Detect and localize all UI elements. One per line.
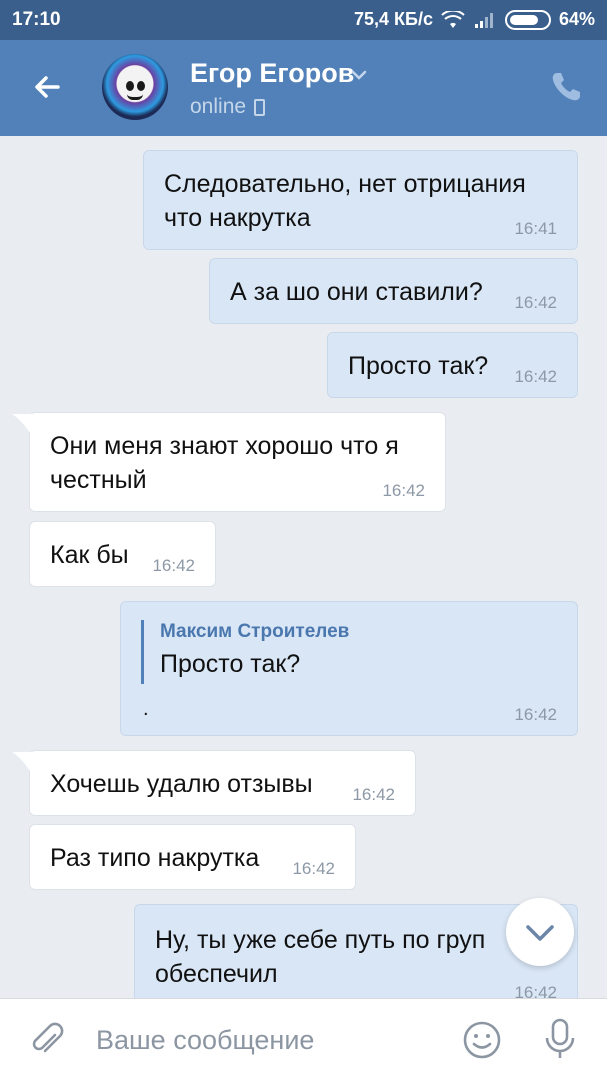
- message-bubble[interactable]: Следовательно, нет отрицания что накрутк…: [143, 150, 578, 250]
- mobile-icon: [254, 98, 266, 116]
- message-time: 16:42: [514, 367, 557, 386]
- bubble-tail: [12, 752, 32, 774]
- message-time: 16:42: [292, 859, 335, 878]
- contact-name[interactable]: Егор Егоров: [190, 58, 354, 89]
- message-text: честный: [50, 466, 147, 494]
- message-input-bar: Ваше сообщение: [0, 998, 607, 1080]
- message-text: обеспечил: [155, 960, 278, 988]
- battery-icon: [504, 9, 551, 30]
- quoted-message[interactable]: Максим Строителев Просто так?: [141, 620, 349, 684]
- network-speed: 75,4 КБ/с: [353, 9, 433, 29]
- bubble-tail: [12, 414, 32, 436]
- message-bubble[interactable]: Просто так? 16:42: [327, 332, 578, 398]
- message-bubble[interactable]: Хочешь удалю отзывы 16:42: [29, 750, 416, 816]
- message-bubble[interactable]: Как бы 16:42: [29, 521, 216, 587]
- message-bubble[interactable]: Раз типо накрутка 16:42: [29, 824, 356, 890]
- chevron-down-icon: [526, 925, 554, 941]
- message-time: 16:41: [514, 219, 557, 238]
- message-time: 16:42: [382, 481, 425, 500]
- message-time: 16:42: [152, 556, 195, 575]
- chat-header: Егор Егоров online: [0, 40, 607, 136]
- avatar-eye: [137, 81, 145, 91]
- message-time: 16:42: [352, 785, 395, 804]
- status-bar: 17:10 75,4 КБ/с 64%: [0, 0, 607, 40]
- message-text: Ну, ты уже себе путь по груп: [155, 926, 486, 954]
- presence-text: online: [190, 95, 247, 118]
- message-text: .: [143, 698, 149, 720]
- quote-text: Просто так?: [160, 650, 301, 678]
- back-arrow-icon[interactable]: [28, 67, 68, 107]
- paperclip-icon[interactable]: [28, 1021, 68, 1061]
- message-time: 16:42: [514, 983, 557, 998]
- emoji-icon[interactable]: [462, 1020, 502, 1060]
- message-time: 16:42: [514, 705, 557, 724]
- battery-percent: 64%: [558, 9, 595, 29]
- message-bubble-reply[interactable]: Максим Строителев Просто так? . 16:42: [120, 601, 578, 736]
- message-text: Они меня знают хорошо что я: [50, 432, 399, 460]
- phone-icon[interactable]: [549, 70, 583, 104]
- presence-status: online: [190, 95, 266, 119]
- message-text: что накрутка: [164, 204, 311, 232]
- message-bubble[interactable]: А за шо они ставили? 16:42: [209, 258, 578, 324]
- microphone-icon[interactable]: [540, 1017, 580, 1061]
- message-list[interactable]: Следовательно, нет отрицания что накрутк…: [0, 136, 607, 998]
- scroll-to-bottom-button[interactable]: [506, 898, 574, 966]
- signal-icon: [474, 12, 493, 28]
- status-right: 75,4 КБ/с 64%: [354, 9, 595, 30]
- message-input[interactable]: Ваше сообщение: [96, 1025, 314, 1056]
- chevron-down-icon[interactable]: [348, 64, 370, 86]
- quote-author: Максим Строителев: [160, 621, 350, 642]
- contact-avatar[interactable]: [102, 54, 168, 120]
- status-time: 17:10: [12, 9, 61, 30]
- avatar-eye: [126, 81, 134, 91]
- message-time: 16:42: [514, 293, 557, 312]
- message-bubble[interactable]: Они меня знают хорошо что я честный 16:4…: [29, 412, 446, 512]
- avatar-mouth: [127, 94, 143, 100]
- message-text: Следовательно, нет отрицания: [164, 170, 526, 198]
- wifi-icon: [441, 10, 465, 28]
